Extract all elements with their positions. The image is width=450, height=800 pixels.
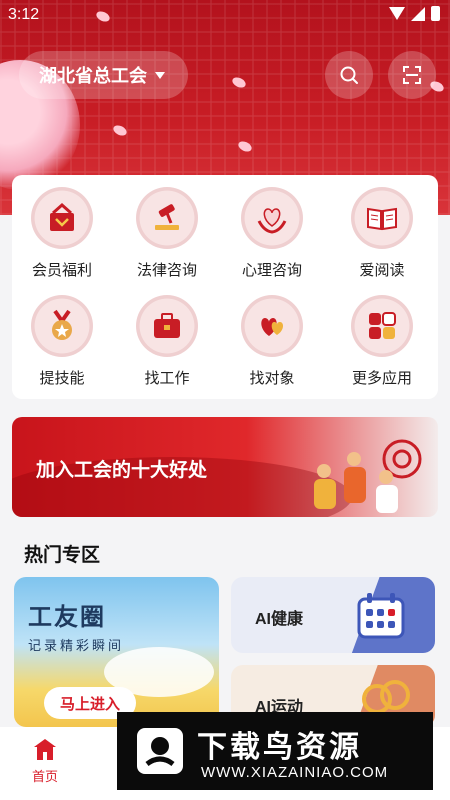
- apps-grid-icon: [351, 295, 413, 357]
- watermark-title: 下载鸟资源: [197, 731, 362, 764]
- battery-icon: [431, 6, 440, 21]
- ai-health-title: AI健康: [255, 611, 304, 628]
- grid-item-label: 更多应用: [351, 370, 412, 387]
- briefcase-icon: [136, 295, 198, 357]
- grid-item-label: 心理咨询: [241, 262, 302, 279]
- celebrating-people-illustration: [314, 439, 422, 513]
- scan-button[interactable]: [388, 51, 436, 99]
- service-grid: 会员福利 法律咨询 心理咨询 爱阅读 提技能 找工作 找对象 更多应用: [12, 175, 438, 399]
- banner-title: 加入工会的十大好处: [36, 460, 208, 481]
- grid-item-label: 找工作: [144, 370, 190, 387]
- watermark-url: WWW.XIAZAINIAO.COM: [201, 764, 389, 781]
- workmates-circle-title: 工友圈: [28, 604, 106, 631]
- workmates-circle-subtitle: 记录精彩瞬间: [28, 638, 125, 653]
- watermark-overlay: 下载鸟资源 WWW.XIAZAINIAO.COM: [117, 712, 433, 790]
- bird-logo-icon: [137, 728, 183, 774]
- ai-health-card[interactable]: AI健康: [231, 577, 435, 653]
- search-button[interactable]: [325, 51, 373, 99]
- nav-home-label: 首页: [31, 769, 58, 784]
- status-time: 3:12: [8, 6, 40, 23]
- grid-item-find-job[interactable]: 找工作: [117, 295, 217, 388]
- scan-icon: [403, 66, 421, 84]
- grid-item-legal-consult[interactable]: 法律咨询: [117, 187, 217, 280]
- grid-item-psych-consult[interactable]: 心理咨询: [222, 187, 322, 280]
- hearts-icon: [241, 295, 303, 357]
- status-bar: 3:12: [0, 0, 450, 32]
- chevron-down-icon: [155, 71, 165, 79]
- medal-icon: [31, 295, 93, 357]
- grid-item-skills[interactable]: 提技能: [12, 295, 112, 388]
- grid-item-label: 爱阅读: [359, 262, 405, 279]
- calendar-icon: [357, 593, 405, 639]
- cellular-signal-icon: [411, 6, 425, 21]
- gavel-icon: [136, 187, 198, 249]
- section-title-hot-zone: 热门专区: [24, 545, 101, 566]
- grid-item-more-apps[interactable]: 更多应用: [332, 295, 432, 388]
- gift-box-icon: [31, 187, 93, 249]
- nav-item-home[interactable]: 首页: [24, 737, 66, 785]
- location-label: 湖北省总工会: [39, 66, 147, 86]
- home-pagoda-icon: [34, 739, 56, 760]
- grid-item-label: 法律咨询: [136, 262, 197, 279]
- grid-item-member-benefits[interactable]: 会员福利: [12, 187, 112, 280]
- grid-item-label: 提技能: [39, 370, 85, 387]
- location-selector[interactable]: 湖北省总工会: [19, 51, 188, 99]
- grid-item-reading[interactable]: 爱阅读: [332, 187, 432, 280]
- grid-item-label: 找对象: [249, 370, 295, 387]
- promo-banner[interactable]: 加入工会的十大好处: [12, 417, 438, 517]
- workmates-circle-card[interactable]: 工友圈 记录精彩瞬间 马上进入: [14, 577, 219, 727]
- grid-item-find-partner[interactable]: 找对象: [222, 295, 322, 388]
- wifi-icon: [389, 7, 405, 20]
- heart-hands-icon: [241, 187, 303, 249]
- search-icon: [340, 66, 358, 84]
- open-book-icon: [351, 187, 413, 249]
- grid-item-label: 会员福利: [31, 262, 92, 279]
